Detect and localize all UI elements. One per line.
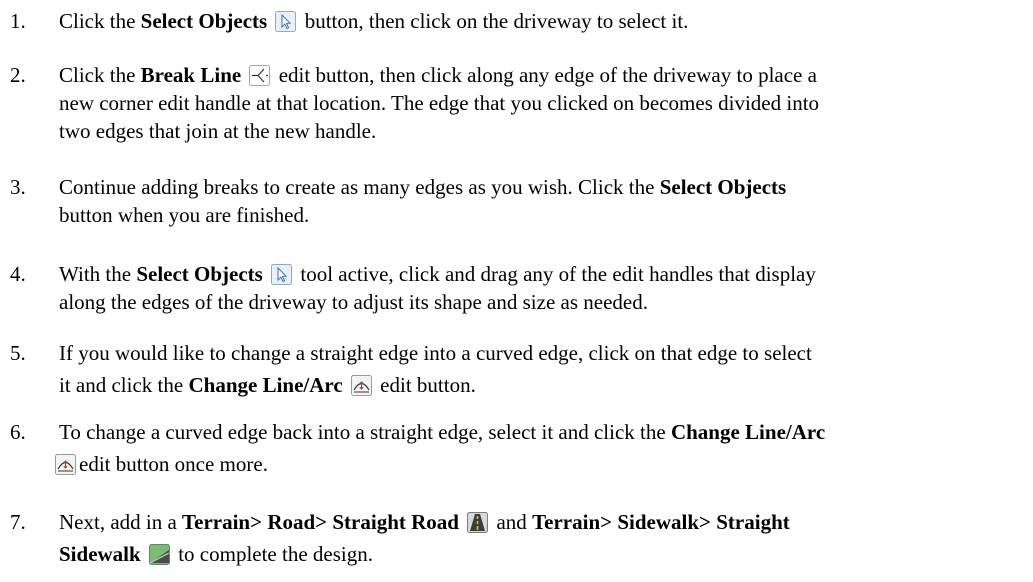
ui-term-break-line: Break Line	[140, 63, 242, 87]
text-run: button when you are finished.	[59, 203, 310, 227]
text-run: new corner edit handle at that location.…	[59, 91, 820, 115]
text-run: to complete the design.	[172, 542, 373, 566]
text-run: With the	[59, 262, 137, 286]
break-line-icon	[249, 65, 271, 86]
step-number: 7.	[10, 510, 26, 534]
text-run: Click the	[59, 63, 141, 87]
text-run: edit button once more.	[79, 452, 268, 476]
step-number: 3.	[10, 175, 26, 199]
ui-term-select-objects: Select Objects	[136, 262, 263, 286]
step-line: Sidewalk to complete the design.	[59, 544, 373, 565]
step-line: With the Select Objects tool active, cli…	[59, 264, 816, 285]
ui-term-straight-road: Terrain> Road> Straight Road	[182, 510, 459, 534]
text-run: Click the	[59, 9, 141, 33]
ui-term-select-objects: Select Objects	[659, 175, 787, 199]
step-number: 6.	[10, 420, 26, 444]
text-run: To change a curved edge back into a stra…	[59, 420, 671, 444]
straight-sidewalk-icon	[148, 544, 170, 565]
step-line: Continue adding breaks to create as many…	[59, 177, 786, 198]
step-line: Click the Select Objects button, then cl…	[59, 11, 688, 32]
select-objects-icon	[271, 264, 293, 285]
change-line-arc-icon	[350, 375, 372, 396]
step-line: Next, add in a Terrain> Road> Straight R…	[59, 512, 790, 533]
text-run: edit button.	[374, 373, 476, 397]
text-run: button, then click on the driveway to se…	[299, 9, 689, 33]
step-number: 5.	[10, 341, 26, 365]
step-line: If you would like to change a straight e…	[59, 343, 812, 364]
text-run: two edges that join at the new handle.	[59, 119, 377, 143]
ui-term-straight-sidewalk: Sidewalk	[59, 542, 141, 566]
ui-term-straight-sidewalk: Terrain> Sidewalk> Straight	[532, 510, 790, 534]
ui-term-change-line-arc: Change Line/Arc	[670, 420, 826, 444]
ui-term-select-objects: Select Objects	[140, 9, 268, 33]
step-number: 4.	[10, 262, 26, 286]
step-line: it and click the Change Line/Arc edit bu…	[59, 375, 476, 396]
step-line: Click the Break Line edit button, then c…	[59, 65, 817, 86]
text-run: Next, add in a	[59, 510, 183, 534]
straight-road-icon	[467, 512, 489, 533]
select-objects-icon	[275, 11, 297, 32]
text-run: If you would like to change a straight e…	[59, 341, 812, 365]
text-run: it and click the	[59, 373, 189, 397]
step-number: 2.	[10, 63, 26, 87]
change-line-arc-icon	[55, 454, 76, 475]
step-line: button when you are finished.	[59, 205, 309, 226]
step-line: along the edges of the driveway to adjus…	[59, 292, 648, 313]
step-line: two edges that join at the new handle.	[59, 121, 376, 142]
ui-term-change-line-arc: Change Line/Arc	[188, 373, 343, 397]
text-run: edit button, then click along any edge o…	[273, 63, 817, 87]
step-line: To change a curved edge back into a stra…	[59, 422, 825, 443]
text-run: tool active, click and drag any of the e…	[295, 262, 816, 286]
text-run: Continue adding breaks to create as many…	[59, 175, 660, 199]
text-run: and	[491, 510, 533, 534]
text-run: along the edges of the driveway to adjus…	[59, 290, 648, 314]
step-number: 1.	[10, 9, 26, 33]
step-line: edit button once more.	[55, 454, 268, 475]
step-line: new corner edit handle at that location.…	[59, 93, 819, 114]
